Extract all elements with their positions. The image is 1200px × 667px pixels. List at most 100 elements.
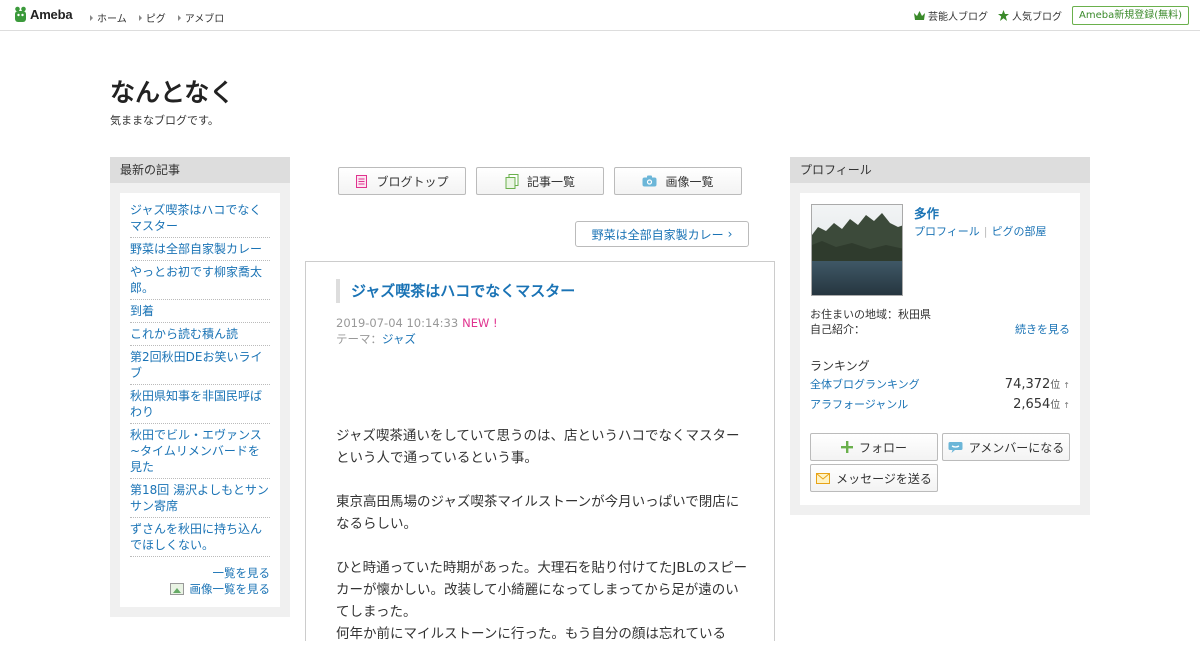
recent-entry-link[interactable]: ジャズ喫茶はハコでなくマスター (130, 203, 261, 233)
document-icon (356, 174, 368, 188)
article-body: ジャズ喫茶通いをしていて思うのは、店というハコでなくマスターという人で通っている… (336, 425, 751, 667)
recent-entry-link[interactable]: 第18回 湯沢よしもとサンサン寄席 (130, 483, 269, 513)
nav-ameblo-label: アメブロ (184, 14, 225, 25)
caret-right-icon (177, 14, 181, 21)
recent-entry-link[interactable]: 第2回秋田DEお笑いライブ (130, 350, 262, 380)
blog-top-button[interactable]: ブログトップ (338, 167, 466, 195)
profile-links: プロフィール | ピグの部屋 (914, 223, 1047, 239)
recent-entries-heading: 最新の記事 (110, 157, 290, 183)
recent-entry-link[interactable]: やっとお初です柳家喬太郎。 (130, 265, 262, 295)
logo-text: Ameba (30, 7, 73, 22)
list-item: 秋田県知事を非国民呼ばわり (130, 385, 270, 424)
article-datetime: 2019-07-04 10:14:33 (336, 316, 459, 330)
ameba-logo[interactable]: Ameba (14, 6, 73, 23)
profile-box: 多作 プロフィール | ピグの部屋 お住まいの地域：秋田県 自己紹介： 続きを見る … (800, 193, 1080, 505)
amember-label: アメンバーになる (968, 440, 1065, 455)
celebrity-blog-link[interactable]: 芸能人ブログ (913, 8, 988, 23)
blog-nav-buttons: ブログトップ 記事一覧 画像一覧 (338, 167, 742, 195)
list-item: ずさんを秋田に持ち込んでほしくない。 (130, 518, 270, 557)
blog-top-label: ブログトップ (376, 174, 449, 189)
crown-icon (913, 10, 925, 20)
top-right-links: 芸能人ブログ 人気ブログ Ameba新規登録(無料) (913, 6, 1200, 25)
nav-home-label: ホーム (97, 14, 127, 25)
list-item: 到着 (130, 300, 270, 323)
article-meta: 2019-07-04 10:14:33 NEW ! テーマ：ジャズ (336, 315, 498, 347)
sidebar-more-links: 一覧を見る 画像一覧を見る (130, 565, 270, 597)
location-label: お住まいの地域： (810, 308, 898, 321)
follow-label: フォロー (858, 440, 907, 455)
article-paragraph: ひと時通っていた時期があった。大理石を貼り付けてたJBLのスピーカーが懐かしい。… (336, 560, 748, 620)
location-row: お住まいの地域：秋田県 (810, 307, 1070, 322)
blog-title[interactable]: なんとなく (110, 73, 234, 109)
profile-link[interactable]: プロフィール (914, 225, 980, 238)
profile-info: お住まいの地域：秋田県 自己紹介： 続きを見る (810, 307, 1070, 337)
article-title-link[interactable]: ジャズ喫茶はハコでなくマスター (351, 282, 575, 300)
recent-entry-link[interactable]: 野菜は全部自家製カレー (130, 242, 262, 256)
next-entry-link[interactable]: 野菜は全部自家製カレー › (575, 221, 749, 247)
ranking-overall-link[interactable]: 全体ブログランキング (810, 375, 920, 394)
ranking-genre-link[interactable]: アラフォージャンル (810, 395, 908, 414)
nav-home[interactable]: ホーム (90, 10, 127, 25)
profile-panel: プロフィール 多作 プロフィール | ピグの部屋 お住まいの地域：秋田県 自己紹… (790, 157, 1090, 515)
top-nav: ホーム ピグ アメブロ (90, 10, 224, 25)
recent-entry-link[interactable]: 到着 (130, 304, 154, 318)
list-item: やっとお初です柳家喬太郎。 (130, 261, 270, 300)
caret-right-icon (90, 14, 93, 21)
speech-bubble-icon (948, 441, 963, 453)
top-bar: Ameba ホーム ピグ アメブロ 芸能人ブログ 人気ブログ Ameba新規登録… (0, 0, 1200, 31)
popular-blog-link[interactable]: 人気ブログ (997, 8, 1062, 23)
theme-link[interactable]: ジャズ (382, 332, 416, 346)
avatar[interactable] (811, 204, 903, 296)
ranking-value: 74,372 (1004, 377, 1051, 392)
see-all-entries-link[interactable]: 一覧を見る (130, 565, 271, 581)
article-paragraph: 何年か前にマイルストーンに行った。もう自分の顔は忘れている (336, 626, 727, 642)
amember-button[interactable]: アメンバーになる (942, 433, 1070, 461)
entry-list-button[interactable]: 記事一覧 (476, 167, 604, 195)
theme-label: テーマ： (336, 332, 382, 346)
list-item: 野菜は全部自家製カレー (130, 238, 270, 261)
chevron-right-icon: › (727, 227, 733, 241)
plus-icon (840, 441, 853, 453)
nav-pigg[interactable]: ピグ (138, 10, 166, 25)
recent-entry-link[interactable]: 秋田県知事を非国民呼ばわり (130, 389, 262, 419)
user-name[interactable]: 多作 (914, 203, 939, 222)
next-entry-label: 野菜は全部自家製カレー (591, 227, 724, 242)
signup-button[interactable]: Ameba新規登録(無料) (1071, 6, 1189, 25)
ranking-value: 2,654 (1013, 397, 1051, 412)
ranking-unit: 位 (1050, 400, 1061, 411)
follow-button[interactable]: フォロー (810, 433, 938, 461)
intro-row: 自己紹介： 続きを見る (810, 322, 1070, 337)
ranking-unit: 位 (1050, 380, 1061, 391)
send-message-button[interactable]: メッセージを送る (810, 464, 938, 492)
ranking-heading: ランキング (810, 359, 870, 373)
intro-label: 自己紹介： (810, 323, 865, 336)
recent-entry-link[interactable]: これから読む積ん読 (130, 327, 238, 341)
article-paragraph: ジャズ喫茶通いをしていて思うのは、店というハコでなくマスターという人で通っている… (336, 428, 740, 466)
celebrity-blog-label: 芸能人ブログ (927, 12, 988, 23)
new-badge: NEW ! (462, 316, 498, 330)
profile-heading: プロフィール (790, 157, 1090, 183)
camera-icon (642, 175, 657, 187)
pigg-room-link[interactable]: ピグの部屋 (992, 225, 1047, 238)
intro-more-link[interactable]: 続きを見る (1015, 322, 1070, 337)
ranking-row: アラフォージャンル 2,654位 ↑ (810, 395, 1070, 415)
image-icon (169, 583, 184, 595)
star-icon (997, 10, 1009, 21)
image-list-link[interactable]: 画像一覧を見る (130, 581, 270, 597)
recent-entry-link[interactable]: 秋田でビル・エヴァンス~タイムリメンバードを見た (130, 428, 262, 474)
recent-entry-link[interactable]: ずさんを秋田に持ち込んでほしくない。 (130, 522, 262, 552)
ranking-list: 全体ブログランキング 74,372位 ↑ アラフォージャンル 2,654位 ↑ (810, 375, 1070, 415)
nav-pigg-label: ピグ (145, 14, 166, 25)
article-title[interactable]: ジャズ喫茶はハコでなくマスター (336, 279, 575, 303)
ranking-row: 全体ブログランキング 74,372位 ↑ (810, 375, 1070, 395)
list-item: 第18回 湯沢よしもとサンサン寄席 (130, 479, 270, 518)
article-paragraph: 東京高田馬場のジャズ喫茶マイルストーンが今月いっぱいで閉店になるらしい。 (336, 494, 740, 532)
list-item: 秋田でビル・エヴァンス~タイムリメンバードを見た (130, 424, 270, 479)
avatar-image (812, 205, 902, 295)
caret-right-icon (138, 14, 142, 21)
nav-ameblo[interactable]: アメブロ (177, 10, 225, 25)
list-item: 第2回秋田DEお笑いライブ (130, 346, 270, 385)
arrow-up-icon: ↑ (1063, 381, 1070, 390)
list-item: これから読む積ん読 (130, 323, 270, 346)
image-list-button[interactable]: 画像一覧 (614, 167, 742, 195)
